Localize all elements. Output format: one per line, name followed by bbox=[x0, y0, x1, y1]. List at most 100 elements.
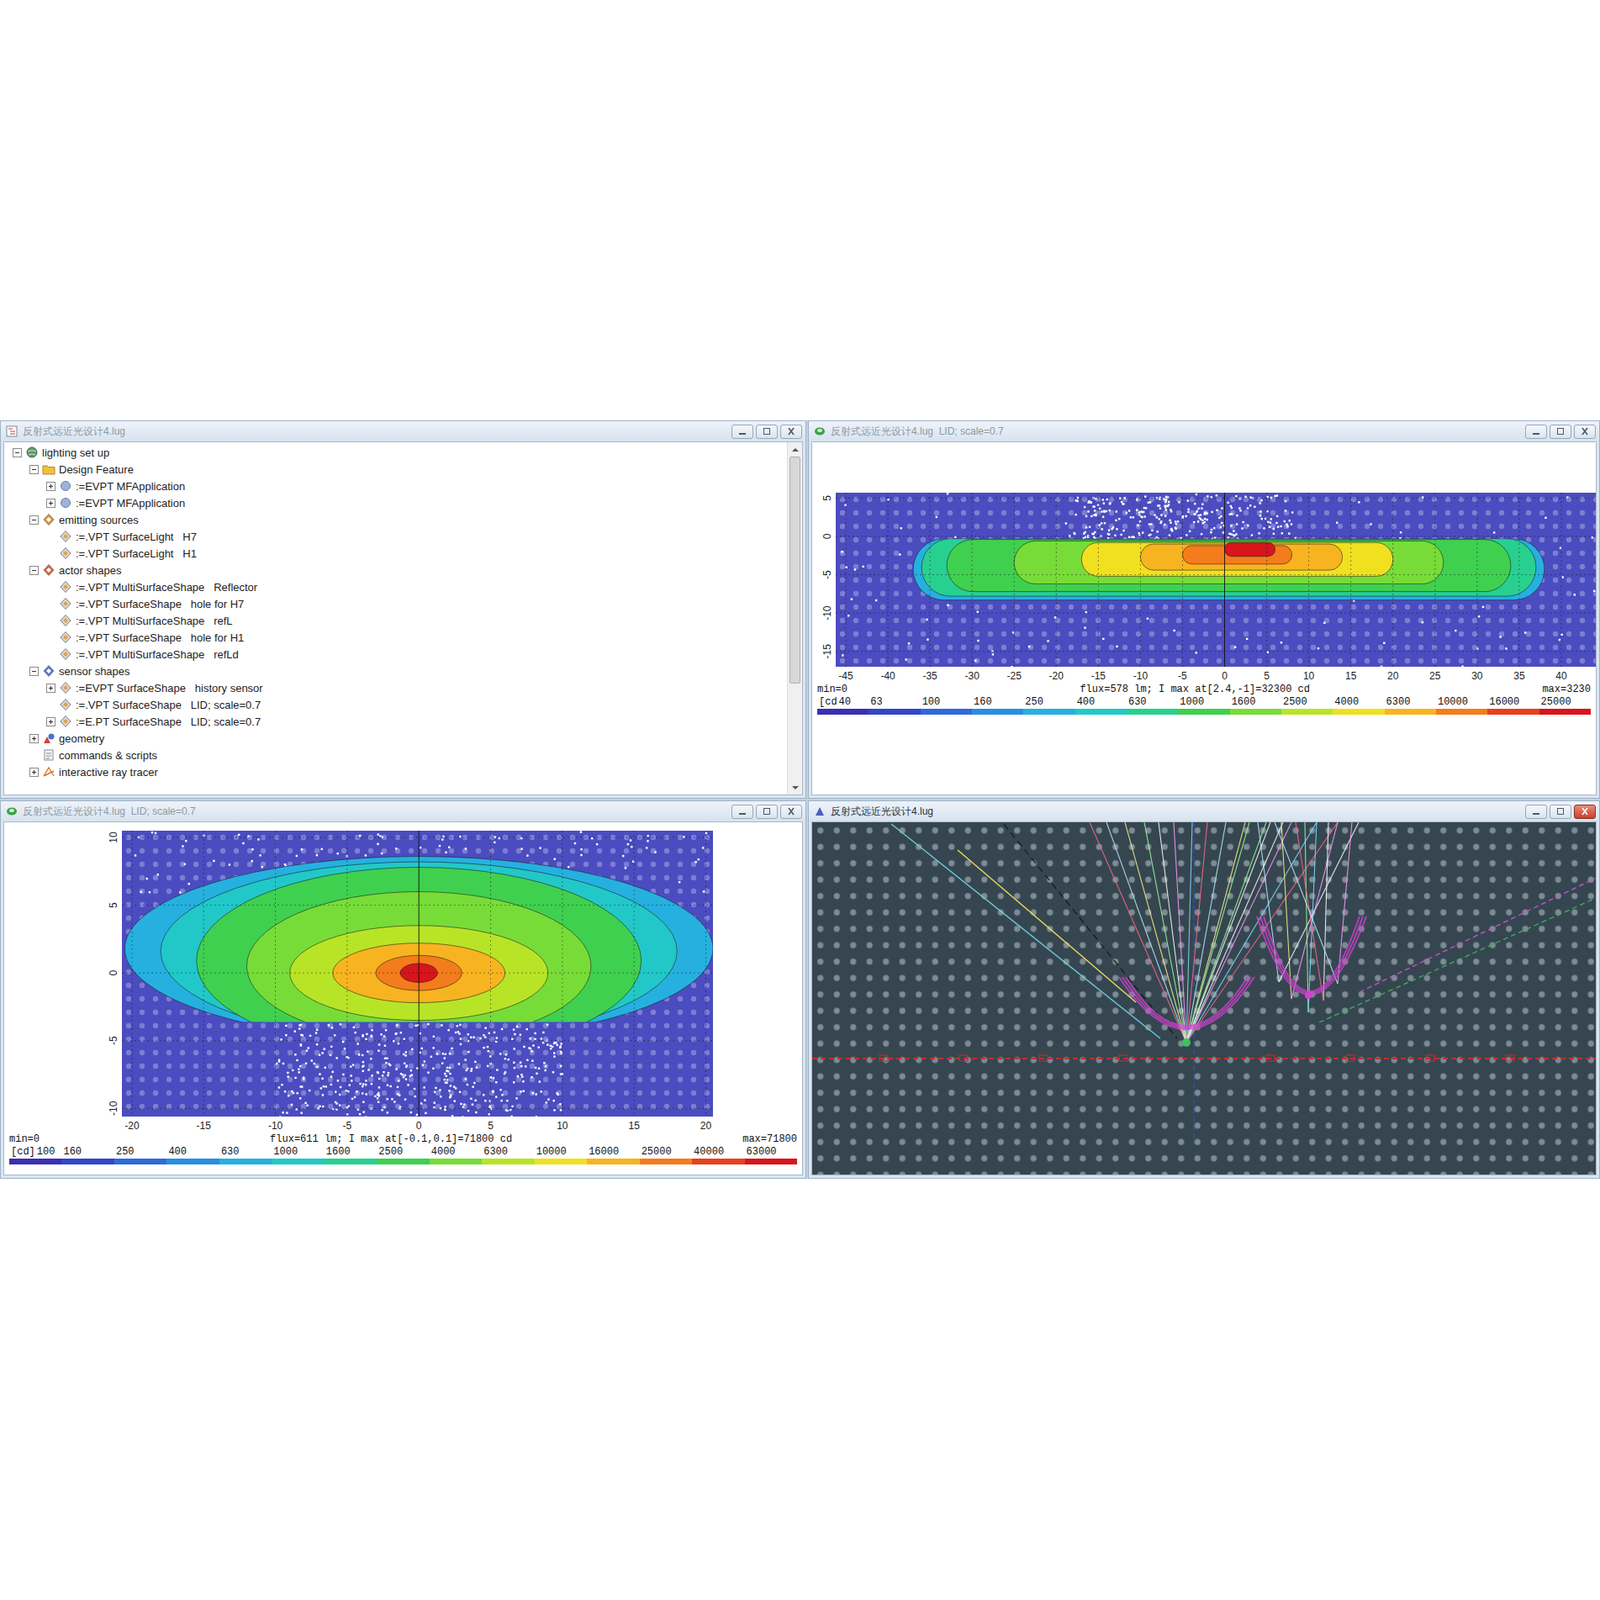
expander[interactable] bbox=[29, 515, 39, 525]
sample-point bbox=[438, 1088, 441, 1091]
sample-point bbox=[1125, 512, 1128, 514]
tree-item[interactable]: :=.VPT SurfaceShape LID; scale=0.7 bbox=[7, 696, 784, 713]
tree-item[interactable]: :=.VPT SurfaceShape hole for H7 bbox=[7, 595, 784, 613]
tree-item[interactable]: :=.VPT MultiSurfaceShape refL bbox=[7, 612, 784, 629]
minimize-button[interactable] bbox=[1525, 424, 1548, 439]
tree-item[interactable]: Design Feature bbox=[7, 460, 784, 478]
ray-trace-view[interactable] bbox=[811, 821, 1597, 1176]
sample-point bbox=[629, 839, 632, 841]
ray-tracer-window[interactable]: 反射式远近光设计4.lug bbox=[807, 800, 1600, 1179]
sample-point bbox=[526, 854, 529, 856]
sample-point bbox=[406, 1083, 409, 1086]
maximize-button[interactable] bbox=[1549, 804, 1572, 819]
close-button[interactable] bbox=[780, 424, 803, 439]
sample-point bbox=[1120, 501, 1123, 503]
setup-tree-window[interactable]: 反射式远近光设计4.lug lighting set up Design Fea… bbox=[0, 420, 807, 799]
sample-point bbox=[538, 1046, 540, 1049]
tree-item[interactable]: emitting sources bbox=[7, 511, 784, 529]
sample-point bbox=[1195, 493, 1198, 496]
maximize-button[interactable] bbox=[755, 424, 778, 439]
maximize-button[interactable] bbox=[1549, 424, 1572, 439]
title-bar[interactable]: 反射式远近光设计4.lug LID; scale=0.7 bbox=[808, 421, 1600, 442]
expander[interactable] bbox=[12, 448, 22, 458]
sample-point bbox=[1177, 501, 1180, 503]
sample-point bbox=[1288, 519, 1291, 522]
tree-item-label: commands & scripts bbox=[58, 749, 158, 762]
sample-point bbox=[1253, 506, 1256, 508]
sample-point bbox=[506, 1109, 508, 1112]
tree-item[interactable]: :=E.PT SurfaceShape LID; scale=0.7 bbox=[7, 712, 784, 730]
sample-point bbox=[1281, 532, 1284, 534]
title-bar[interactable]: 反射式远近光设计4.lug LID; scale=0.7 bbox=[0, 801, 806, 822]
tree-item[interactable]: :=.VPT MultiSurfaceShape refLd bbox=[7, 645, 784, 663]
lid-chart-window[interactable]: 反射式远近光设计4.lug LID; scale=0.7 -45-40-35-3… bbox=[807, 420, 1600, 799]
sample-point bbox=[434, 1087, 437, 1089]
minimize-button[interactable] bbox=[731, 804, 754, 819]
expander[interactable] bbox=[29, 565, 39, 576]
scroll-up-button[interactable] bbox=[787, 442, 803, 457]
sample-point bbox=[1010, 665, 1013, 667]
legend-unit: [cd bbox=[818, 696, 838, 708]
tree-item[interactable]: sensor shapes bbox=[7, 662, 784, 680]
minimize-button[interactable] bbox=[731, 424, 754, 439]
expander[interactable] bbox=[46, 481, 56, 492]
title-bar[interactable]: 反射式远近光设计4.lug bbox=[0, 421, 806, 442]
sample-point bbox=[302, 1077, 305, 1080]
sample-point bbox=[440, 1024, 443, 1026]
sample-point bbox=[370, 1034, 373, 1037]
sample-point bbox=[946, 604, 949, 607]
sample-point bbox=[926, 638, 929, 641]
close-button[interactable] bbox=[780, 804, 803, 819]
tree-item[interactable]: :=EVPT MFApplication bbox=[7, 494, 784, 512]
sample-point bbox=[309, 1034, 312, 1037]
expander[interactable] bbox=[29, 767, 39, 777]
tree-item[interactable]: geometry bbox=[7, 729, 784, 747]
tree-item[interactable]: :=.VPT MultiSurfaceShape Reflector bbox=[7, 578, 784, 596]
tree-item[interactable]: :=EVPT MFApplication bbox=[7, 477, 784, 495]
expander[interactable] bbox=[29, 666, 39, 676]
sample-point bbox=[1238, 506, 1241, 509]
expander[interactable] bbox=[46, 717, 56, 727]
sample-point bbox=[1290, 522, 1293, 525]
sample-point bbox=[458, 1032, 460, 1035]
tree-item[interactable]: commands & scripts bbox=[7, 746, 784, 764]
sample-point bbox=[284, 1090, 286, 1093]
tree-item[interactable]: interactive ray tracer bbox=[7, 763, 784, 781]
tree-item[interactable]: :=.VPT SurfaceLight H1 bbox=[7, 544, 784, 562]
legend-item: 630 bbox=[1126, 696, 1178, 715]
scroll-thumb[interactable] bbox=[789, 456, 801, 684]
sample-point bbox=[405, 1066, 407, 1068]
sample-point bbox=[1108, 528, 1110, 531]
tree-item[interactable]: :=EVPT SurfaceShape history sensor bbox=[7, 679, 784, 697]
sample-point bbox=[559, 1108, 562, 1111]
expander[interactable] bbox=[46, 498, 56, 508]
y-tick: 5 bbox=[107, 902, 120, 909]
maximize-button[interactable] bbox=[755, 804, 778, 819]
tree-item[interactable]: lighting set up bbox=[7, 443, 784, 461]
expander[interactable] bbox=[46, 683, 56, 693]
sample-point bbox=[1144, 495, 1146, 497]
grid-line bbox=[1518, 492, 1520, 667]
expander[interactable] bbox=[29, 733, 39, 744]
sample-point bbox=[187, 882, 190, 885]
tree-item-label: :=EVPT MFApplication bbox=[75, 496, 185, 510]
lid-chart-window[interactable]: 反射式远近光设计4.lug LID; scale=0.7 -20-15-10-5… bbox=[0, 800, 807, 1179]
tree-item[interactable]: :=.VPT SurfaceShape hole for H1 bbox=[7, 628, 784, 646]
sample-point bbox=[1275, 522, 1278, 524]
sample-point bbox=[380, 1033, 382, 1035]
tree-item[interactable]: actor shapes bbox=[7, 561, 784, 579]
close-button[interactable] bbox=[1573, 804, 1596, 819]
scroll-down-button[interactable] bbox=[787, 780, 803, 795]
window-title: 反射式远近光设计4.lug LID; scale=0.7 bbox=[830, 424, 1521, 439]
sample-point bbox=[298, 1027, 301, 1030]
sample-point bbox=[1399, 531, 1402, 534]
minimize-button[interactable] bbox=[1525, 804, 1548, 819]
close-button[interactable] bbox=[1573, 424, 1596, 439]
tree-item[interactable]: :=.VPT SurfaceLight H7 bbox=[7, 528, 784, 545]
sample-point bbox=[414, 1116, 417, 1118]
title-bar[interactable]: 反射式远近光设计4.lug bbox=[808, 801, 1600, 822]
sample-point bbox=[1111, 528, 1114, 530]
expander[interactable] bbox=[29, 464, 39, 475]
sample-point bbox=[327, 1024, 330, 1026]
vertical-scrollbar[interactable] bbox=[786, 442, 803, 795]
